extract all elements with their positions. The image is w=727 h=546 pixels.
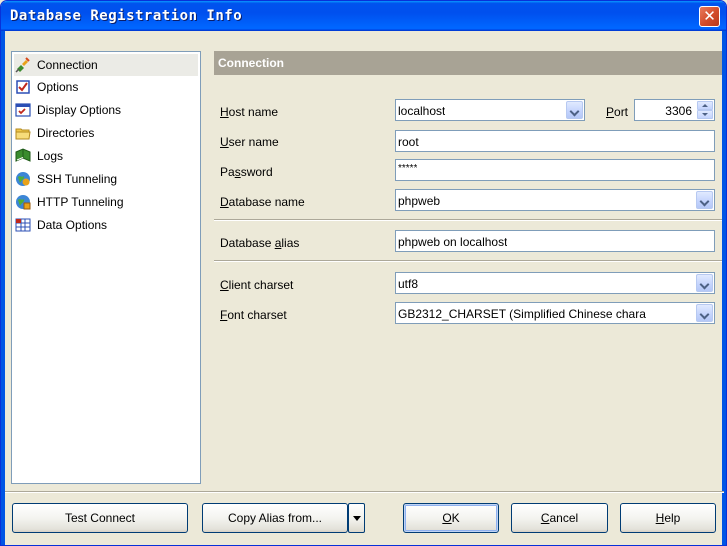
grid-table-icon (15, 217, 31, 233)
nav-label: Logs (37, 149, 64, 163)
close-button[interactable]: ✕ (699, 6, 720, 27)
nav-item-display-options[interactable]: Display Options (14, 99, 198, 121)
password-value: ***** (398, 163, 418, 174)
password-input[interactable]: ***** (395, 159, 715, 181)
copy-alias-dropdown-icon[interactable] (348, 503, 365, 533)
font-charset-combobox[interactable]: GB2312_CHARSET (Simplified Chinese chara (395, 302, 715, 324)
user-name-value: root (398, 135, 419, 149)
port-label: Port (606, 105, 629, 119)
cancel-label: Cancel (540, 511, 579, 525)
ok-button[interactable]: OK (403, 503, 499, 533)
nav-label: Options (37, 80, 79, 94)
section-title: Connection (218, 56, 284, 70)
title-bar[interactable]: Database Registration Info ✕ (1, 1, 726, 31)
nav-item-options[interactable]: Options (14, 76, 198, 98)
chevron-down-icon[interactable] (696, 191, 713, 209)
ok-label: OK (442, 511, 460, 525)
window-frame-right (722, 31, 726, 545)
nav-label: Directories (37, 126, 95, 140)
dialog-window: Database Registration Info ✕ Connection … (0, 0, 727, 546)
nav-item-ssh-tunneling[interactable]: SSH Tunneling (14, 168, 198, 190)
database-name-label: Database name (220, 195, 305, 209)
font-charset-value: GB2312_CHARSET (Simplified Chinese chara (398, 307, 646, 321)
separator (214, 219, 722, 221)
database-alias-label: Database alias (220, 236, 300, 250)
window-frame-left (1, 31, 5, 545)
folder-icon (15, 125, 31, 141)
port-spinner[interactable]: 3306 (634, 99, 715, 121)
nav-item-connection[interactable]: Connection (14, 54, 198, 76)
port-value: 3306 (665, 104, 692, 118)
client-charset-value: utf8 (398, 277, 419, 291)
help-label: Help (655, 511, 681, 525)
nav-label: Connection (37, 58, 98, 72)
password-label: Password (220, 165, 273, 179)
database-name-combobox[interactable]: phpweb (395, 189, 715, 211)
chevron-down-icon[interactable] (696, 304, 713, 322)
nav-item-directories[interactable]: Directories (14, 122, 198, 144)
chevron-down-icon[interactable] (696, 274, 713, 292)
separator (5, 491, 724, 493)
host-name-value: localhost (398, 104, 446, 118)
copy-alias-label: Copy Alias from... (227, 511, 323, 525)
chevron-down-icon[interactable] (566, 101, 583, 119)
nav-label: Display Options (37, 103, 122, 117)
cancel-button[interactable]: Cancel (511, 503, 608, 533)
window-title: Database Registration Info (10, 8, 243, 24)
section-header: Connection (214, 51, 722, 75)
nav-item-data-options[interactable]: Data Options (14, 214, 198, 236)
client-charset-combobox[interactable]: utf8 (395, 272, 715, 294)
spin-down-icon[interactable] (697, 110, 713, 119)
display-options-icon (15, 102, 31, 118)
spinner-buttons[interactable] (697, 101, 713, 119)
test-connect-button[interactable]: Test Connect (12, 503, 188, 533)
test-connect-label: Test Connect (64, 511, 136, 525)
options-nav-list: Connection Options Display Options Direc… (11, 51, 201, 484)
database-alias-value: phpweb on localhost (398, 235, 508, 249)
help-button[interactable]: Help (620, 503, 716, 533)
ssh-globe-icon (15, 171, 31, 187)
book-icon (15, 148, 31, 164)
nav-label: HTTP Tunneling (37, 195, 124, 209)
client-charset-label: Client charset (220, 278, 294, 292)
http-globe-icon (15, 194, 31, 210)
nav-item-logs[interactable]: Logs (14, 145, 198, 167)
nav-item-http-tunneling[interactable]: HTTP Tunneling (14, 191, 198, 213)
user-name-input[interactable]: root (395, 130, 715, 152)
nav-label: SSH Tunneling (37, 172, 118, 186)
close-icon: ✕ (703, 7, 716, 25)
separator (214, 260, 722, 262)
plug-icon (15, 57, 31, 73)
host-name-combobox[interactable]: localhost (395, 99, 585, 121)
host-name-label: Host name (220, 105, 279, 119)
database-name-value: phpweb (398, 194, 441, 208)
spin-up-icon[interactable] (697, 101, 713, 110)
checkbox-icon (15, 79, 31, 95)
nav-label: Data Options (37, 218, 108, 232)
database-alias-input[interactable]: phpweb on localhost (395, 230, 715, 252)
font-charset-label: Font charset (220, 308, 287, 322)
user-name-label: User name (220, 135, 279, 149)
copy-alias-button[interactable]: Copy Alias from... (202, 503, 348, 533)
